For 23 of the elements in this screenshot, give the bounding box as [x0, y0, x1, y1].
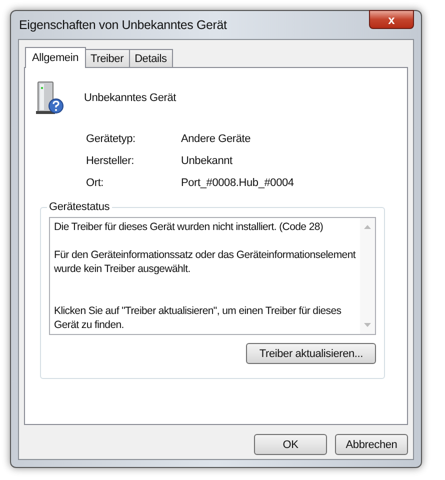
status-paragraph: Für den Geräteinformationssatz oder das Geräteinformationselement wurde kein Treiber ausgewählt. — [54, 248, 357, 276]
property-value: Unbekannt — [181, 155, 234, 167]
tab[interactable]: Treiber — [84, 49, 130, 67]
tab[interactable]: Allgemein — [25, 47, 86, 68]
update-driver-button[interactable]: Treiber aktualisieren... — [246, 343, 376, 364]
property-label: Ort: — [86, 177, 105, 189]
window-title: Eigenschaften von Unbekanntes Gerät — [18, 18, 227, 32]
status-paragraph: Die Treiber für dieses Gerät wurden nicht installiert. (Code 28) — [54, 220, 324, 234]
property-value: Port_#0008.Hub_#0004 — [181, 177, 295, 189]
device-name: Unbekanntes Gerät — [84, 92, 176, 104]
status-paragraph: Klicken Sie auf "Treiber aktualisieren", um einen Treiber für dieses Gerät zu finden. — [54, 304, 342, 332]
group-title: Gerätestatus — [48, 201, 111, 213]
dialog-button[interactable]: OK — [254, 434, 327, 455]
scroll-up-icon[interactable] — [363, 224, 372, 230]
scroll-down-icon[interactable] — [363, 322, 372, 328]
close-button[interactable]: x — [369, 10, 414, 29]
property-label: Hersteller: — [86, 155, 135, 167]
property-label: Gerätetyp: — [86, 133, 136, 145]
property-value: Andere Geräte — [181, 133, 252, 145]
scrollbar[interactable] — [360, 218, 375, 334]
dialog-button[interactable]: Abbrechen — [335, 434, 408, 455]
unknown-device-icon — [35, 80, 65, 116]
tab[interactable]: Details — [128, 49, 173, 67]
